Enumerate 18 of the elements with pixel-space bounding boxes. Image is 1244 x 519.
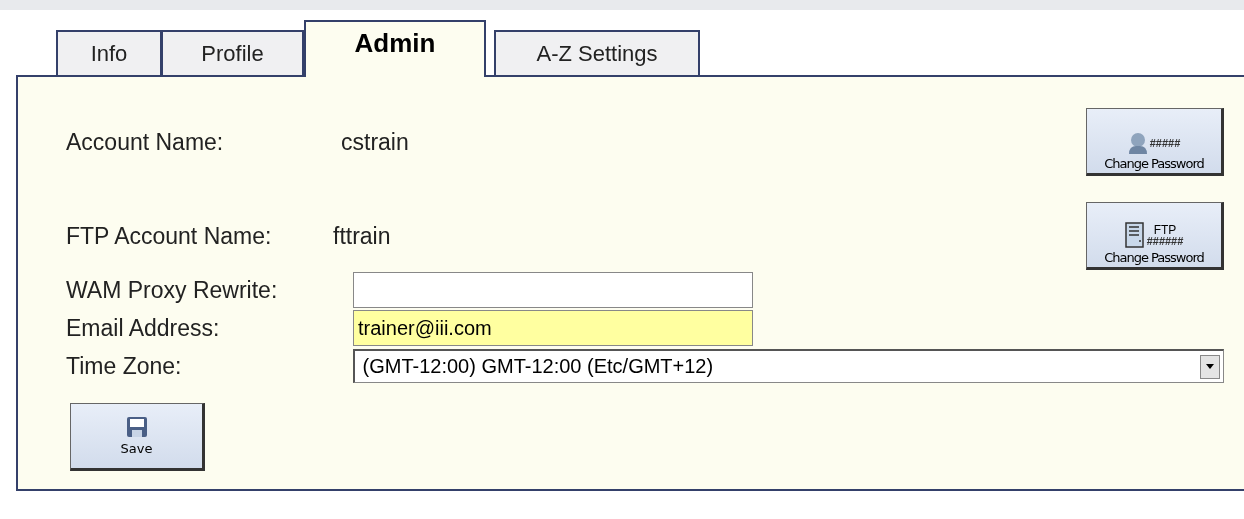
- field-label: WAM Proxy Rewrite:: [66, 276, 279, 304]
- change-password-button[interactable]: ##### Change Password: [1086, 108, 1224, 176]
- text-field[interactable]: [353, 272, 753, 308]
- ftp-change-password-button[interactable]: FTP ###### Change Password: [1086, 202, 1224, 270]
- tab[interactable]: Admin: [304, 20, 486, 77]
- tab[interactable]: A-Z Settings: [494, 30, 700, 75]
- time-zone-dropdown[interactable]: (GMT-12:00) GMT-12:00 (Etc/GMT+12): [352, 349, 1224, 383]
- user-icon: [1127, 132, 1148, 154]
- tab[interactable]: Info: [56, 30, 162, 75]
- field-label: Time Zone:: [66, 352, 183, 380]
- field-label: Account Name:: [66, 128, 225, 156]
- server-icon: [1124, 222, 1145, 248]
- field-value: fttrain: [333, 222, 392, 250]
- text-field[interactable]: trainer@iii.com: [353, 310, 753, 346]
- tab[interactable]: Profile: [162, 30, 304, 75]
- save-button[interactable]: Save: [70, 403, 205, 471]
- field-label: Email Address:: [66, 314, 221, 342]
- field-value: cstrain: [341, 128, 410, 156]
